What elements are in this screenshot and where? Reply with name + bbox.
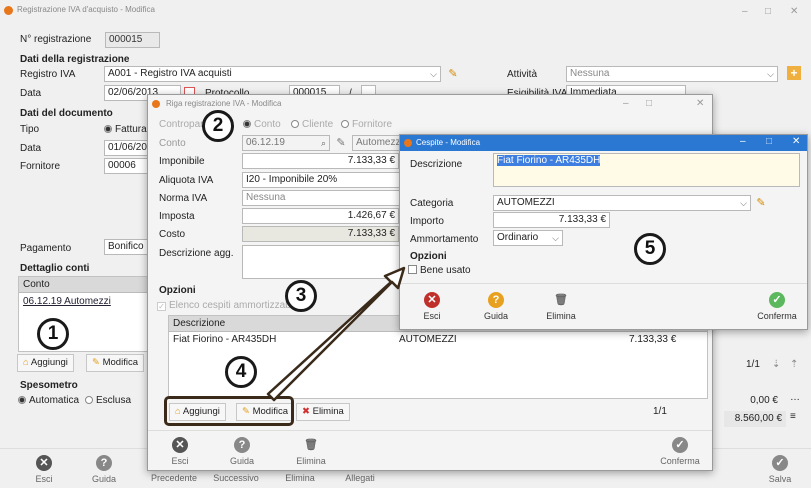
annotation-badge-3: 3 <box>285 280 317 312</box>
annotation-badge-1: 1 <box>37 318 69 350</box>
annotation-badge-2: 2 <box>202 110 234 142</box>
annotation-badge-4: 4 <box>225 356 257 388</box>
annotation-arrow <box>266 266 406 402</box>
annotation-badge-5: 5 <box>634 233 666 265</box>
